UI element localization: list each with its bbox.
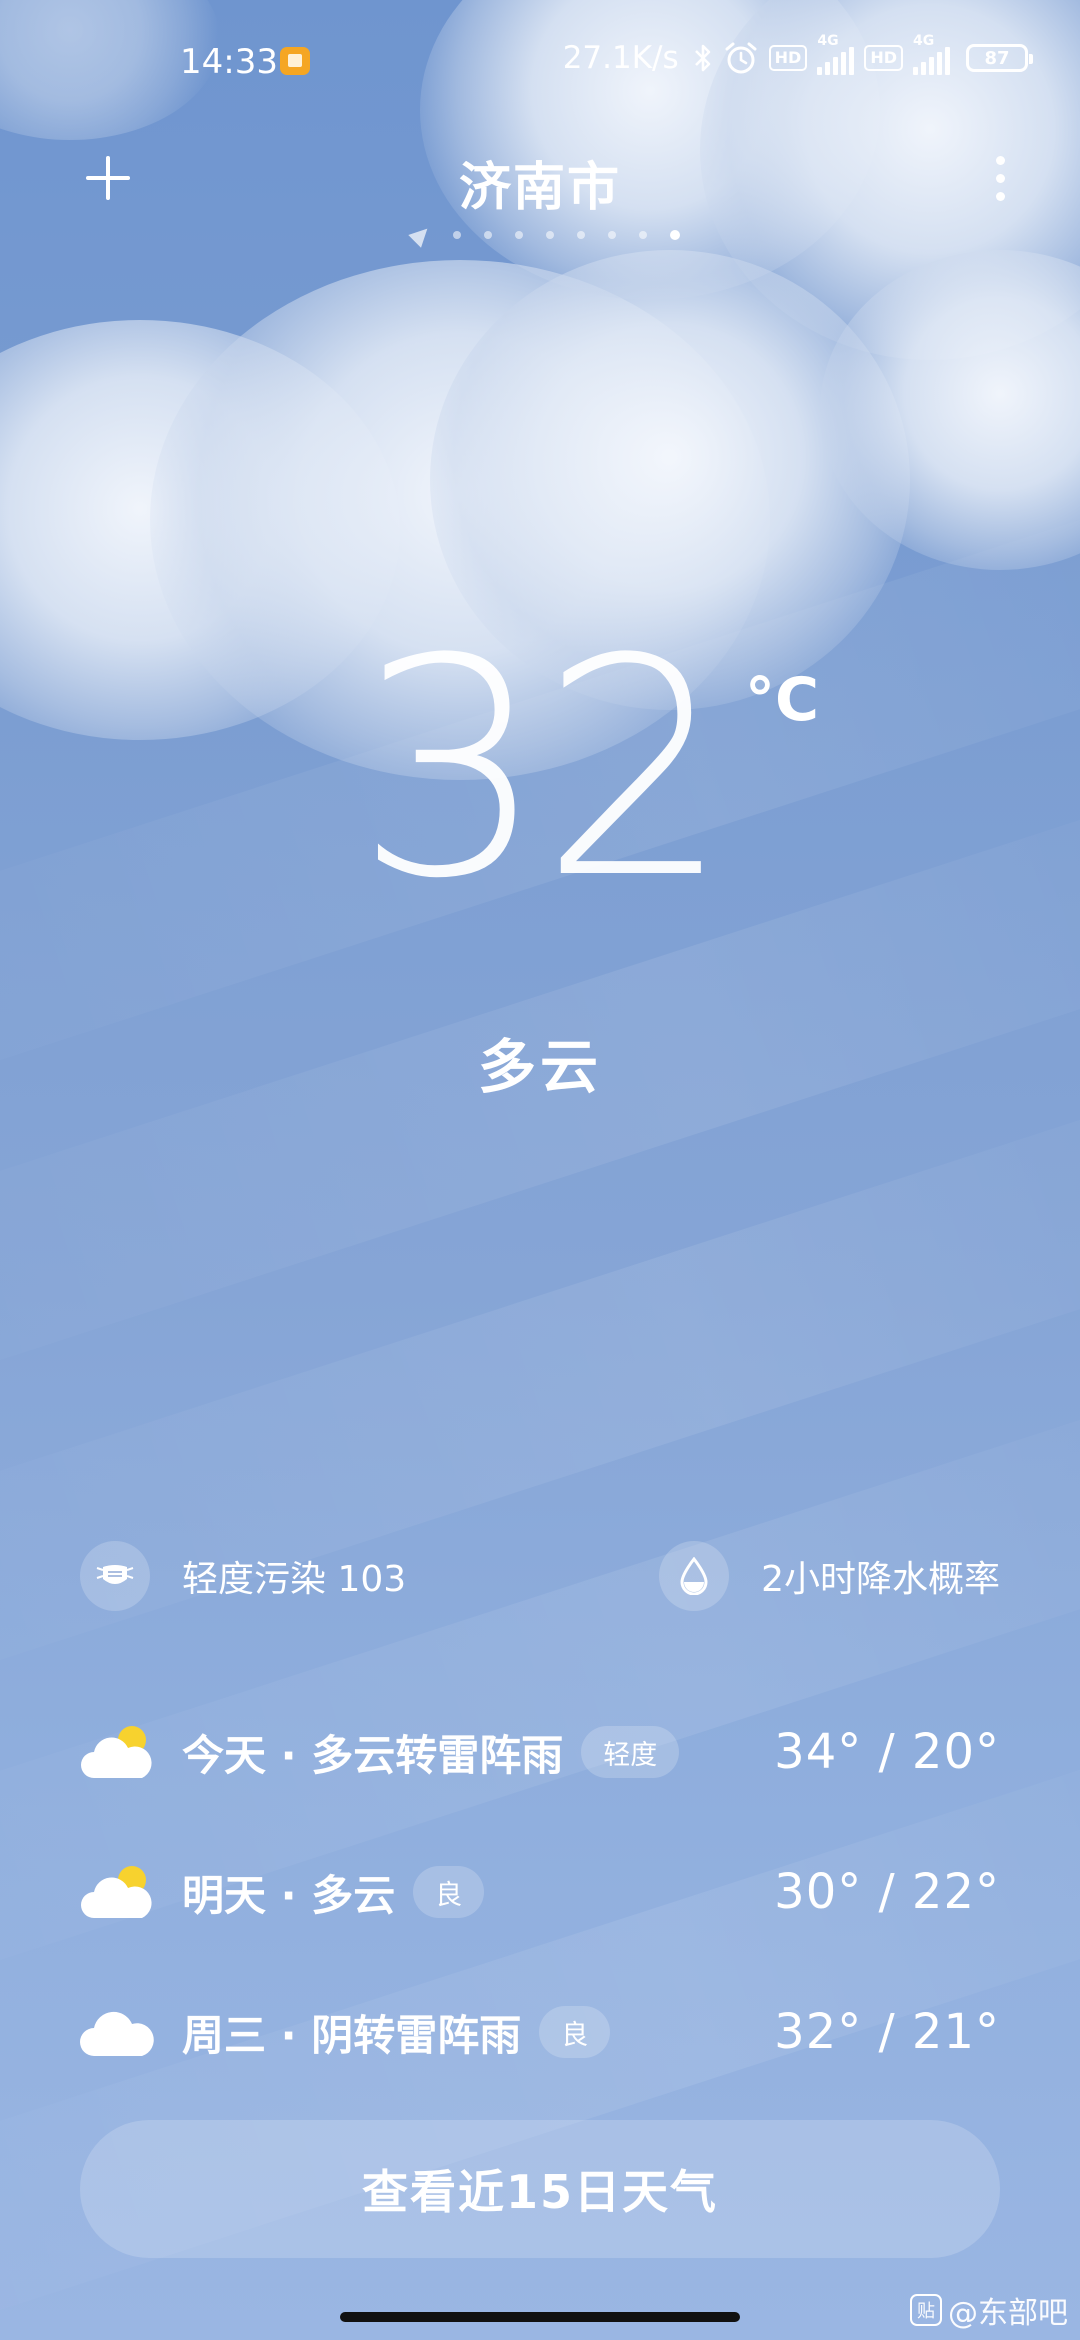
city-title[interactable]: 济南市 [0,145,1080,220]
page-dot [577,231,585,239]
forecast-row-tomorrow[interactable]: 明天 · 多云 良 30° / 22° [80,1822,1000,1962]
forecast-day-label: 今天 · 多云转雷阵雨 [182,1730,564,1780]
watermark: 贴 @东部吧 [910,2288,1068,2332]
forecast-list: 今天 · 多云转雷阵雨 轻度 34° / 20° 明天 · 多云 良 30° /… [80,1682,1000,2102]
current-condition: 多云 [477,1033,602,1101]
tieba-badge-icon: 贴 [910,2294,942,2326]
page-dot [608,231,616,239]
forecast-day-label: 周三 · 阴转雷阵雨 [182,2010,522,2060]
forecast-row-wednesday[interactable]: 周三 · 阴转雷阵雨 良 32° / 21° [80,1962,1000,2102]
cloud-icon [80,2002,156,2062]
page-dot [453,231,461,239]
hd-badge: HD [864,45,903,71]
temperature-range: 30° / 22° [774,1864,1000,1920]
forecast-day-label: 明天 · 多云 [182,1870,396,1920]
hd-badge: HD [768,45,808,71]
page-dot-active [670,230,680,240]
forecast-row-today[interactable]: 今天 · 多云转雷阵雨 轻度 34° / 20° [80,1682,1000,1822]
home-indicator[interactable] [340,2312,740,2322]
rain-probability-item[interactable]: 2小时降水概率 [659,1541,1000,1611]
rain-probability-label: 2小时降水概率 [761,1559,1000,1600]
partly-cloudy-icon [80,1722,156,1782]
temperature-range: 32° / 21° [774,2004,1000,2060]
raindrop-icon [659,1541,730,1611]
page-dot [639,231,647,239]
current-temperature: 32 [355,595,731,944]
temperature-range: 34° / 20° [774,1724,1000,1780]
notification-app-icon [280,47,310,75]
mask-icon [80,1541,150,1611]
partly-cloudy-icon [80,1862,156,1922]
page-dot [515,231,523,239]
air-quality-label: 轻度污染 103 [182,1559,407,1600]
location-arrow-icon [408,222,434,248]
temperature-unit: °C [745,665,820,735]
info-row: 轻度污染 103 2小时降水概率 [80,1541,1000,1611]
air-quality-tag: 良 [539,2006,611,2058]
network-speed: 27.1K/s [562,40,679,76]
air-quality-tag: 良 [413,1866,485,1918]
more-options-button[interactable] [980,150,1020,206]
air-quality-tag: 轻度 [581,1726,680,1778]
page-dot [546,231,554,239]
view-15-day-forecast-button[interactable]: 查看近15日天气 [80,2120,1000,2258]
status-indicators: 27.1K/s HD 4G HD 4G 87 [562,33,1033,76]
signal-icon: 4G [913,33,950,75]
alarm-icon [723,41,759,75]
page-dot [484,231,492,239]
status-bar: 14:33 27.1K/s HD 4G HD 4G 87 [0,0,1080,110]
signal-icon: 4G [817,33,855,75]
city-page-indicator [0,222,1080,248]
bluetooth-icon [693,42,713,74]
air-quality-item[interactable]: 轻度污染 103 [80,1541,406,1611]
battery-icon: 87 [966,44,1033,72]
status-time: 14:33 [180,42,278,82]
watermark-text: @东部吧 [948,2296,1068,2331]
